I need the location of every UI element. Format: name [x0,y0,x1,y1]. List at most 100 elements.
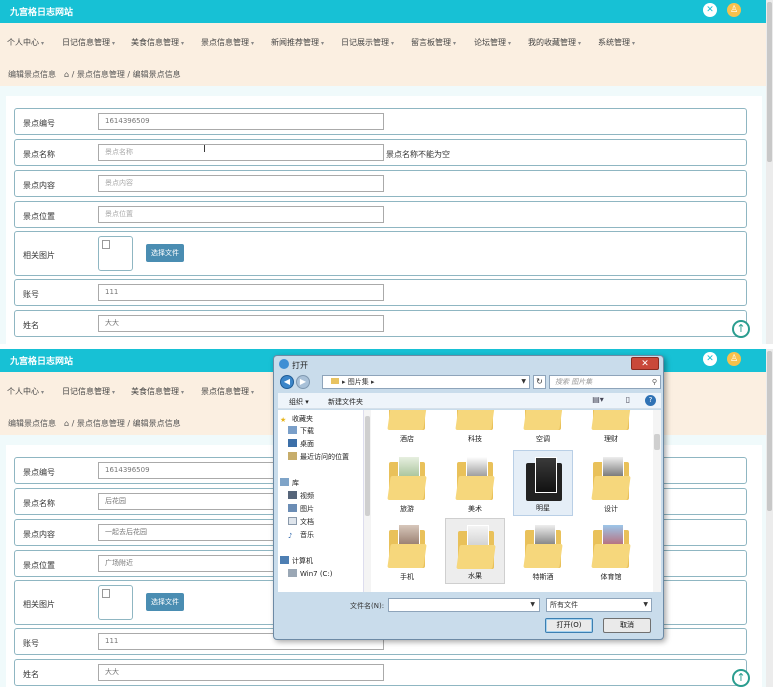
nav-label: 库 [292,479,299,487]
menu-scenic-info[interactable]: 景点信息管理 ▾ [201,37,254,48]
preview-pane-icon[interactable]: ▯ [622,395,634,405]
organize-button[interactable]: 组织 ▾ [289,397,309,407]
menu-favorites[interactable]: 我的收藏管理 ▾ [528,37,581,48]
nav-scrollbar[interactable] [364,410,371,592]
new-folder-button[interactable]: 新建文件夹 [328,397,363,407]
file-scrollbar[interactable] [653,410,661,592]
menu-diary-info[interactable]: 日记信息管理 ▾ [62,37,115,48]
folder-item[interactable]: 水果 [445,518,505,584]
folder-item[interactable]: 理财 [581,410,641,446]
nav-computer[interactable]: 计算机 [280,556,313,566]
nav-music[interactable]: ♪ 音乐 [288,530,314,540]
menu-food-info[interactable]: 美食信息管理 ▾ [131,386,184,397]
filename-input[interactable]: ▼ [388,598,540,612]
breadcrumb-path[interactable]: ⌂ / 景点信息管理 / 编辑景点信息 [64,418,181,429]
dialog-title: 打开 [292,361,308,370]
filetype-select[interactable]: 所有文件 ▼ [546,598,652,612]
folder-item-selected[interactable]: 明星 [513,450,573,516]
help-icon[interactable]: ? [645,395,656,406]
folder-icon [455,456,495,500]
back-to-top-icon[interactable]: ↑ [732,320,750,338]
label-image: 相关图片 [23,600,55,609]
menu-food-info[interactable]: 美食信息管理 ▾ [131,37,184,48]
address-bar[interactable]: ▸ 图片集 ▸ ▼ [322,375,530,389]
close-icon[interactable]: ✕ [703,3,717,17]
nav-documents[interactable]: 文档 [288,517,314,527]
scrollbar-thumb[interactable] [654,434,660,450]
menu-diary-info[interactable]: 日记信息管理 ▾ [62,386,115,397]
label-account: 账号 [23,290,39,299]
folder-item[interactable]: 科技 [445,410,505,446]
folder-item[interactable]: 空调 [513,410,573,446]
menu-system[interactable]: 系统管理 ▾ [598,37,635,48]
chevron-down-icon[interactable]: ▼ [643,599,648,611]
dialog-titlebar[interactable]: 打开 ✕ [274,356,663,373]
menu-guestbook[interactable]: 留言板管理 ▾ [411,37,456,48]
nav-drive-c[interactable]: Win7 (C:) [288,569,333,578]
row-realname: 姓名 大大 [14,659,747,686]
menu-scenic-info[interactable]: 景点信息管理 ▾ [201,386,254,397]
breadcrumb-path[interactable]: ⌂ / 景点信息管理 / 编辑景点信息 [64,69,181,80]
content-area: 景点编号 1614396509 景点名称 景点名称 I 景点名称不能为空 景点内… [0,86,766,344]
account-input[interactable]: 111 [98,284,384,301]
folder-icon [591,456,631,500]
back-arrow-icon[interactable]: ◀ [280,375,294,389]
page-scrollbar-1[interactable] [766,0,773,344]
folder-item[interactable]: 特斯酒 [513,518,573,584]
menu-forum[interactable]: 论坛管理 ▾ [474,37,511,48]
realname-input[interactable]: 大大 [98,664,384,681]
site-title: 九宫格日志网站 [10,8,74,18]
nav-favorites[interactable]: ★ 收藏夹 [280,414,313,424]
cancel-button[interactable]: 取消 [603,618,651,633]
nav-downloads[interactable]: 下载 [288,426,314,436]
chevron-down-icon[interactable]: ▼ [521,376,526,388]
realname-input[interactable]: 大大 [98,315,384,332]
user-avatar-icon[interactable]: ♙ [727,3,741,17]
dialog-toolbar: 组织 ▾ 新建文件夹 ▤▾ ▯ ? [278,393,661,409]
row-realname: 姓名 大大 [14,310,747,337]
name-input[interactable]: 景点名称 [98,144,384,161]
folder-icon [331,378,339,384]
label-realname: 姓名 [23,321,39,330]
downloads-icon [288,426,297,434]
folder-item[interactable]: 美术 [445,450,505,516]
view-options-icon[interactable]: ▤▾ [592,395,604,405]
content-input[interactable]: 景点内容 [98,175,384,192]
scrollbar-thumb[interactable] [767,2,772,162]
nav-libraries[interactable]: 库 [280,478,299,488]
search-input[interactable]: 搜索 图片集 ⚲ [549,375,661,389]
scrollbar-thumb[interactable] [365,416,370,516]
folder-name: 水果 [468,572,482,580]
folder-name: 美术 [468,505,482,513]
menu-diary-display[interactable]: 日记展示管理 ▾ [341,37,394,48]
chevron-down-icon[interactable]: ▼ [530,601,535,608]
location-input[interactable]: 景点位置 [98,206,384,223]
search-icon[interactable]: ⚲ [652,376,657,388]
page-scrollbar-2[interactable] [766,349,773,687]
menu-personal-center[interactable]: 个人中心 ▾ [7,37,44,48]
folder-item[interactable]: 体育馆 [581,518,641,584]
refresh-icon[interactable]: ↻ [533,375,546,389]
user-avatar-icon[interactable]: ♙ [727,352,741,366]
select-file-button[interactable]: 选择文件 [146,244,184,262]
menu-personal-center[interactable]: 个人中心 ▾ [7,386,44,397]
folder-item[interactable]: 酒店 [377,410,437,446]
forward-arrow-icon[interactable]: ▶ [296,375,310,389]
dialog-close-button[interactable]: ✕ [631,357,659,370]
back-to-top-icon[interactable]: ↑ [732,669,750,687]
nav-recent[interactable]: 最近访问的位置 [288,452,349,462]
scrollbar-thumb[interactable] [767,351,772,511]
number-input[interactable]: 1614396509 [98,113,384,130]
nav-label: 文档 [300,518,314,526]
folder-name: 明星 [536,504,550,512]
folder-item[interactable]: 手机 [377,518,437,584]
nav-pictures[interactable]: 图片 [288,504,314,514]
nav-desktop[interactable]: 桌面 [288,439,314,449]
open-button[interactable]: 打开(O) [545,618,593,633]
menu-news[interactable]: 新闻推荐管理 ▾ [271,37,324,48]
folder-item[interactable]: 旅游 [377,450,437,516]
close-icon[interactable]: ✕ [703,352,717,366]
select-file-button[interactable]: 选择文件 [146,593,184,611]
folder-item[interactable]: 设计 [581,450,641,516]
nav-videos[interactable]: 视频 [288,491,314,501]
